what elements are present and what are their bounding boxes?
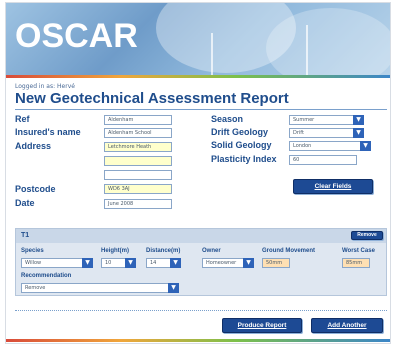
plasticity-index-label: Plasticity Index (211, 154, 277, 164)
solid-geology-value: London (293, 143, 312, 149)
remove-tree-button[interactable]: Remove (351, 231, 383, 240)
wind-turbine-graphic (306, 25, 308, 75)
owner-label: Owner (202, 248, 221, 254)
species-value: Willow (25, 260, 42, 266)
owner-value: Homeowner (206, 260, 237, 266)
chevron-down-icon[interactable]: ▼ (353, 115, 364, 125)
page-title: New Geotechnical Assessment Report (15, 90, 289, 107)
wind-turbine-graphic (211, 33, 213, 75)
logged-in-text: Logged in as: Hervé (15, 83, 75, 90)
ground-movement-label: Ground Movement (262, 248, 316, 254)
tree-panel-header (16, 229, 386, 243)
drift-geology-select[interactable]: Drift ▼ (289, 128, 364, 138)
species-select[interactable]: Willow ▼ (21, 258, 93, 268)
address-line2-input[interactable] (104, 156, 172, 166)
postcode-input[interactable]: WD6 3AJ (104, 184, 172, 194)
footer-stripe (6, 339, 390, 342)
chevron-down-icon[interactable]: ▼ (360, 141, 371, 151)
tree-panel: T1 Remove Species Height(m) Distance(m) … (15, 228, 387, 296)
chevron-down-icon[interactable]: ▼ (125, 258, 136, 268)
drift-geology-label: Drift Geology (211, 127, 269, 137)
tree-panel-title: T1 (21, 232, 30, 239)
season-select[interactable]: Summer ▼ (289, 115, 364, 125)
solid-geology-label: Solid Geology (211, 140, 272, 150)
chevron-down-icon[interactable]: ▼ (353, 128, 364, 138)
owner-select[interactable]: Homeowner ▼ (202, 258, 254, 268)
season-label: Season (211, 114, 244, 124)
add-another-button[interactable]: Add Another (311, 318, 383, 333)
clear-fields-button[interactable]: Clear Fields (293, 179, 373, 194)
season-value: Summer (293, 117, 315, 123)
address-label: Address (15, 141, 52, 151)
distance-value: 14 (150, 260, 157, 266)
recommendation-label: Recommendation (21, 273, 72, 279)
species-label: Species (21, 248, 44, 254)
app-logo: OSCAR (15, 17, 138, 55)
title-divider (15, 109, 387, 110)
distance-select[interactable]: 14 ▼ (146, 258, 181, 268)
ground-movement-output: 50mm (262, 258, 290, 268)
address-line3-input[interactable] (104, 170, 172, 180)
height-select[interactable]: 10 ▼ (101, 258, 136, 268)
postcode-label: Postcode (15, 184, 56, 194)
distance-label: Distance(m) (146, 248, 181, 254)
chevron-down-icon[interactable]: ▼ (82, 258, 93, 268)
drift-geology-value: Drift (293, 130, 304, 136)
ref-input[interactable]: Aldenham (104, 115, 172, 125)
address-line1-input[interactable]: Letchmore Heath (104, 142, 172, 152)
header-banner: OSCAR (6, 3, 390, 75)
recommendation-select[interactable]: Remove ▼ (21, 283, 179, 293)
worst-case-output: 85mm (342, 258, 370, 268)
section-divider (15, 310, 387, 311)
height-label: Height(m) (101, 248, 129, 254)
insured-name-label: Insured's name (15, 127, 81, 137)
insured-name-input[interactable]: Aldenham School (104, 128, 172, 138)
date-input[interactable]: June 2008 (104, 199, 172, 209)
solid-geology-select[interactable]: London ▼ (289, 141, 371, 151)
header-stripe (6, 75, 390, 78)
chevron-down-icon[interactable]: ▼ (170, 258, 181, 268)
ref-label: Ref (15, 114, 30, 124)
height-value: 10 (105, 260, 112, 266)
produce-report-button[interactable]: Produce Report (222, 318, 302, 333)
recommendation-value: Remove (25, 285, 46, 291)
plasticity-index-input[interactable]: 60 (289, 155, 357, 165)
worst-case-label: Worst Case (342, 248, 375, 254)
chevron-down-icon[interactable]: ▼ (243, 258, 254, 268)
chevron-down-icon[interactable]: ▼ (168, 283, 179, 293)
date-label: Date (15, 198, 35, 208)
app-window: OSCAR Logged in as: Hervé New Geotechnic… (5, 2, 391, 344)
